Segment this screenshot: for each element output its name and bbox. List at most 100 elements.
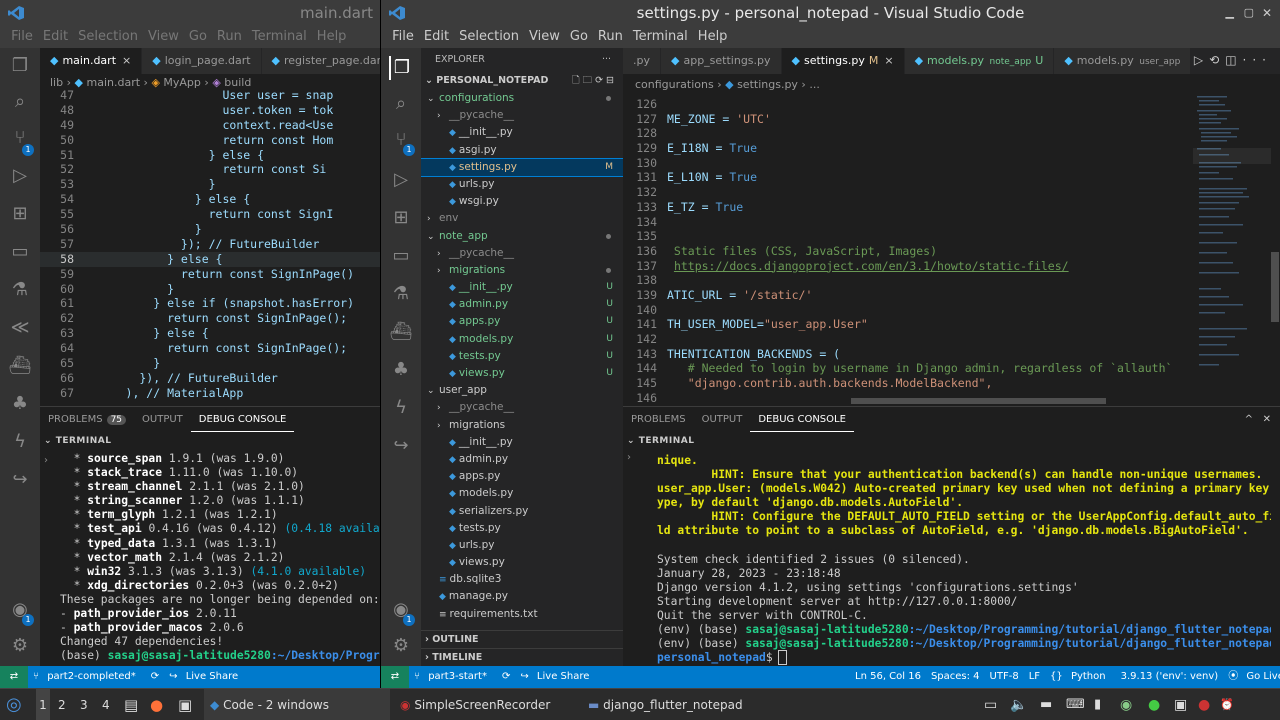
minimize-icon[interactable]: ▁ — [1226, 0, 1234, 26]
project-header[interactable]: ⌄ PERSONAL_NOTEPAD 🗋🗀⟳⊟ — [421, 72, 623, 90]
explorer-item[interactable]: › __pycache__ — [421, 399, 623, 416]
python-interpreter[interactable]: 3.9.13 ('env': venv) — [1116, 666, 1224, 688]
scrollbar-thumb[interactable] — [1271, 252, 1279, 322]
lightning-icon[interactable]: ϟ — [8, 430, 32, 454]
settings-gear-icon[interactable]: ⚙ — [8, 634, 32, 658]
debug-console-tab[interactable]: DEBUG CONSOLE — [750, 409, 854, 432]
git-branch-status[interactable]: ⑂ part3-start* — [409, 666, 497, 688]
terminal-expand-icon[interactable]: › — [627, 452, 631, 463]
keyboard-icon[interactable]: ⌨ — [1066, 689, 1085, 720]
tray-app2-icon[interactable]: ▣ — [1174, 689, 1187, 720]
live-share-icon[interactable]: ↪ — [8, 468, 32, 492]
explorer-item[interactable]: ◆ views.py U — [421, 365, 623, 382]
more-actions-icon[interactable]: ··· — [602, 48, 611, 72]
menu-file[interactable]: File — [6, 26, 38, 48]
workspace-2[interactable]: 2 — [58, 689, 66, 720]
tab-app-settings[interactable]: ◆ app_settings.py — [661, 48, 782, 74]
explorer-item[interactable]: ◆ views.py — [421, 554, 623, 571]
right-terminal[interactable]: nique. HINT: Ensure that your authentica… — [657, 454, 1271, 666]
search-icon[interactable]: ⌕ — [389, 92, 413, 116]
terminal-expand-icon[interactable]: › — [44, 455, 48, 466]
sync-icon[interactable]: ⟳ — [146, 666, 164, 688]
terminal-app-icon[interactable]: ▣ — [178, 689, 192, 720]
menu-file[interactable]: File — [387, 26, 419, 48]
tab-settings-py[interactable]: ◆ settings.py M × — [781, 48, 905, 74]
explorer-item[interactable]: ≡ requirements.txt — [421, 606, 623, 623]
end-of-line[interactable]: LF — [1024, 666, 1045, 688]
encoding[interactable]: UTF-8 — [985, 666, 1024, 688]
split-editor-icon[interactable]: ◫ — [1225, 53, 1242, 67]
git-branch-status[interactable]: ⑂ part2-completed* — [28, 666, 146, 688]
tab-login-page[interactable]: ◆ login_page.dart — [142, 48, 262, 74]
cursor-position[interactable]: Ln 56, Col 16 — [850, 666, 926, 688]
menu-help[interactable]: Help — [312, 26, 352, 48]
remote-icon[interactable]: ⇄ — [381, 666, 409, 688]
explorer-item[interactable]: ◆ urls.py — [421, 537, 623, 554]
live-share-status[interactable]: ↪ Live Share — [515, 666, 599, 688]
editor-scrollbar[interactable] — [1271, 92, 1279, 402]
explorer-item[interactable]: ◆ tests.py — [421, 520, 623, 537]
breadcrumb-settings[interactable]: settings.py — [737, 78, 798, 91]
more-actions-icon[interactable]: ··· — [1243, 53, 1272, 67]
horizontal-scrollbar[interactable] — [851, 398, 1106, 404]
menu-help[interactable]: Help — [693, 26, 733, 48]
remote-explorer-icon[interactable]: ▭ — [389, 244, 413, 268]
left-code-editor[interactable]: 47 User user = snap 48 user.token = tok 49… — [40, 88, 380, 408]
output-tab[interactable]: OUTPUT — [134, 407, 191, 432]
breadcrumb-configurations[interactable]: configurations — [635, 78, 714, 91]
file-manager-icon[interactable]: ▤ — [124, 689, 138, 720]
notes-icon[interactable]: ▭ — [984, 689, 997, 720]
explorer-item[interactable]: › __pycache__ — [421, 245, 623, 262]
taskbar-folder[interactable]: ▬ django_flutter_notepad — [584, 689, 784, 720]
language-mode[interactable]: {} Python — [1045, 666, 1116, 688]
explorer-item[interactable]: ◆ apps.py — [421, 468, 623, 485]
testing-icon[interactable]: ⚗ — [389, 282, 413, 306]
menu-go[interactable]: Go — [565, 26, 593, 48]
menu-edit[interactable]: Edit — [38, 26, 73, 48]
menu-view[interactable]: View — [524, 26, 565, 48]
explorer-item[interactable]: ⌄ configurations — [421, 90, 623, 107]
remote-explorer-icon[interactable]: ▭ — [8, 240, 32, 264]
explorer-item[interactable]: ◆ urls.py — [421, 176, 623, 193]
explorer-item[interactable]: › env — [421, 210, 623, 227]
problems-tab[interactable]: PROBLEMS 75 — [40, 407, 134, 432]
menu-run[interactable]: Run — [593, 26, 628, 48]
minimap[interactable] — [1193, 92, 1273, 402]
settings-gear-icon[interactable]: ⚙ — [389, 634, 413, 658]
network-icon[interactable]: ▬ — [1040, 689, 1052, 720]
docker-icon[interactable]: ⛴ — [8, 354, 32, 378]
menu-edit[interactable]: Edit — [419, 26, 454, 48]
explorer-item[interactable]: ⌄ note_app — [421, 228, 623, 245]
extensions-icon[interactable]: ⊞ — [389, 206, 413, 230]
docker-icon[interactable]: ⛴ — [389, 320, 413, 344]
live-share-icon[interactable]: ↪ — [389, 434, 413, 458]
firefox-icon[interactable]: ● — [150, 689, 163, 720]
right-code-editor[interactable]: 126 127 ME_ZONE = 'UTC' 128 129 E_I18N = True… — [623, 97, 1193, 405]
taskbar-screen-recorder[interactable]: ◉ SimpleScreenRecorder — [396, 689, 576, 720]
explorer-item[interactable]: ◆ admin.py U — [421, 296, 623, 313]
live-share-status[interactable]: ↪ Live Share — [164, 666, 248, 688]
workspace-4[interactable]: 4 — [102, 689, 110, 720]
tab-models-user-app[interactable]: ◆ models.py user_app — [1054, 48, 1192, 74]
explorer-item[interactable]: ◆ admin.py — [421, 451, 623, 468]
explorer-item[interactable]: › migrations — [421, 262, 623, 279]
close-icon[interactable]: × — [122, 54, 131, 67]
start-menu-icon[interactable]: ◎ — [6, 689, 22, 720]
volume-icon[interactable]: 🔈 — [1010, 689, 1027, 720]
explorer-item[interactable]: ◆ apps.py U — [421, 313, 623, 330]
tab-partial-py[interactable]: .py — [623, 48, 661, 74]
tab-register-page[interactable]: ◆ register_page.dart — [261, 48, 380, 74]
menu-selection[interactable]: Selection — [454, 26, 524, 48]
files-icon[interactable]: ❐ — [8, 54, 32, 78]
menu-terminal[interactable]: Terminal — [628, 26, 693, 48]
chevron-down-icon[interactable]: ⌄ — [627, 436, 635, 446]
chevron-down-icon[interactable]: ⌄ — [44, 436, 52, 446]
workspace-3[interactable]: 3 — [80, 689, 88, 720]
explorer-item[interactable]: ◆ serializers.py — [421, 503, 623, 520]
tab-main-dart[interactable]: ◆ main.dart × — [40, 48, 143, 74]
explorer-item[interactable]: ◆ __init__.py — [421, 434, 623, 451]
output-tab[interactable]: OUTPUT — [694, 407, 751, 432]
compare-icon[interactable]: ⟲ — [1209, 53, 1225, 67]
tray-app-icon[interactable]: ◉ — [1120, 689, 1132, 720]
flutter-icon[interactable]: ≪ — [8, 316, 32, 340]
